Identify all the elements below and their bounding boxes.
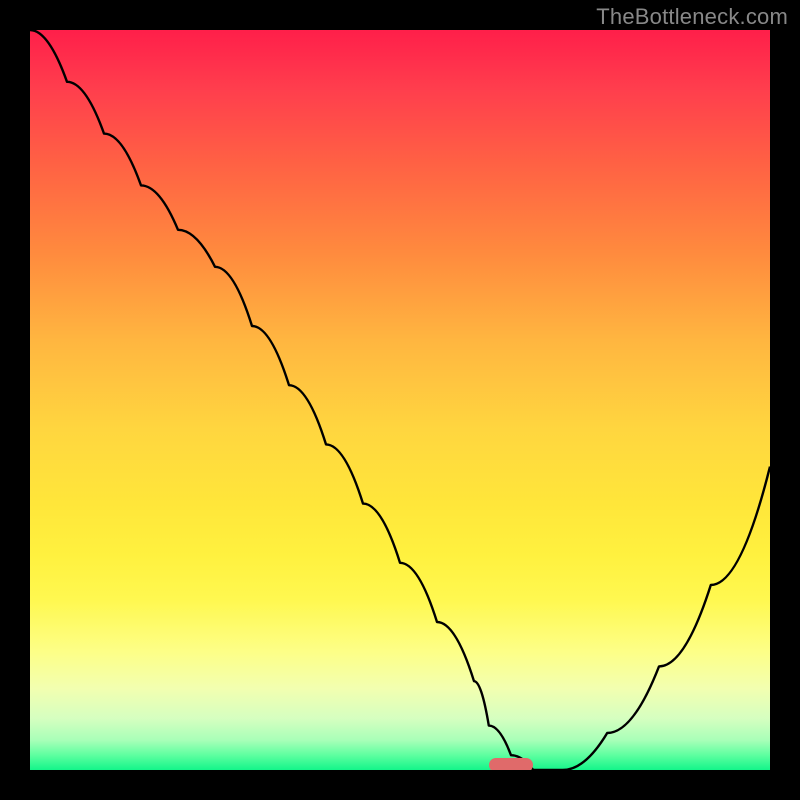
plot-area xyxy=(30,30,770,770)
bottleneck-curve xyxy=(30,30,770,770)
chart-container: TheBottleneck.com xyxy=(0,0,800,800)
watermark-text: TheBottleneck.com xyxy=(596,4,788,30)
optimum-marker xyxy=(489,758,533,770)
curve-svg xyxy=(30,30,770,770)
